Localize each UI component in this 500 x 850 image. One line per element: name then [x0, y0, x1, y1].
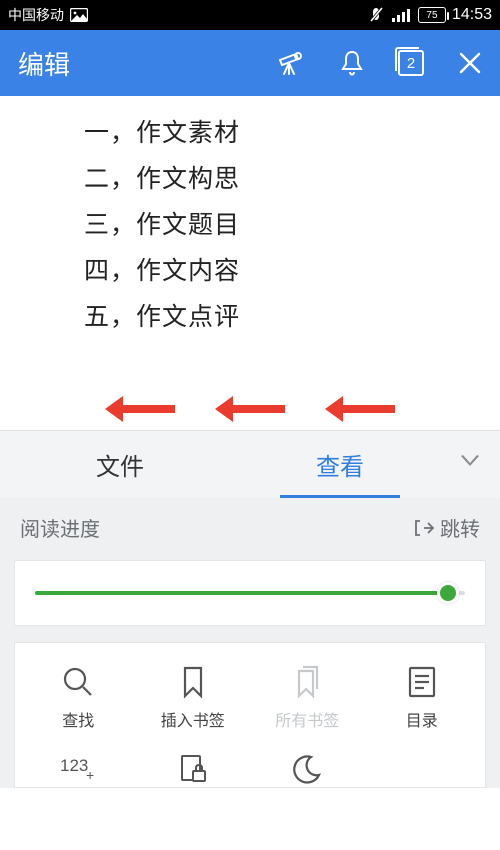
doc-line: 四，作文内容 — [84, 248, 500, 294]
collapse-button[interactable] — [450, 455, 490, 474]
picture-icon — [70, 8, 88, 22]
svg-text:123: 123 — [60, 756, 88, 775]
action-grid: 查找 插入书签 所有书签 目录 123+ — [14, 642, 486, 788]
arrow-left-icon — [105, 398, 175, 418]
word-count-button[interactable]: 123+ — [21, 749, 136, 787]
document-body[interactable]: 一，作文素材 二，作文构思 三，作文题目 四，作文内容 五，作文点评 — [0, 96, 500, 340]
bookmark-icon — [178, 665, 208, 699]
find-button[interactable]: 查找 — [21, 661, 136, 749]
doc-line: 二，作文构思 — [84, 156, 500, 202]
signal-icon — [392, 8, 412, 22]
list-icon — [406, 665, 438, 699]
progress-slider-card — [14, 560, 486, 626]
svg-text:+: + — [86, 767, 94, 783]
tab-count-button[interactable]: 2 — [398, 50, 424, 76]
tab-file[interactable]: 文件 — [10, 433, 230, 496]
chevron-down-icon — [460, 455, 480, 469]
annotation-arrows — [0, 398, 500, 418]
moon-icon — [291, 753, 323, 785]
telescope-icon[interactable] — [276, 50, 306, 76]
doc-line: 五，作文点评 — [84, 294, 500, 340]
status-bar: 中国移动 75 14:53 — [0, 0, 500, 30]
carrier-label: 中国移动 — [8, 5, 64, 25]
lock-doc-icon — [177, 753, 209, 785]
mute-icon — [368, 6, 386, 24]
app-header: 编辑 2 — [0, 30, 500, 96]
bottom-panel: 文件 查看 阅读进度 跳转 查找 — [0, 430, 500, 788]
tab-view[interactable]: 查看 — [230, 433, 450, 496]
search-icon — [61, 665, 95, 699]
doc-line: 一，作文素材 — [84, 110, 500, 156]
jump-icon — [414, 519, 434, 537]
clock-label: 14:53 — [452, 6, 492, 24]
battery-icon: 75 — [418, 7, 446, 23]
progress-slider[interactable] — [35, 591, 465, 595]
slider-thumb[interactable] — [437, 582, 459, 604]
lock-doc-button[interactable] — [136, 749, 251, 787]
arrow-left-icon — [215, 398, 285, 418]
doc-line: 三，作文题目 — [84, 202, 500, 248]
arrow-left-icon — [325, 398, 395, 418]
all-bookmarks-button[interactable]: 所有书签 — [250, 661, 365, 749]
bookmarks-icon — [290, 665, 324, 699]
jump-button[interactable]: 跳转 — [414, 513, 480, 542]
night-mode-button[interactable] — [250, 749, 365, 787]
header-title: 编辑 — [18, 45, 70, 82]
close-icon[interactable] — [458, 51, 482, 75]
progress-label: 阅读进度 — [20, 513, 100, 542]
toc-button[interactable]: 目录 — [365, 661, 480, 749]
count-icon: 123+ — [58, 753, 98, 783]
insert-bookmark-button[interactable]: 插入书签 — [136, 661, 251, 749]
bell-icon[interactable] — [340, 50, 364, 76]
panel-tabs: 文件 查看 — [0, 431, 500, 497]
